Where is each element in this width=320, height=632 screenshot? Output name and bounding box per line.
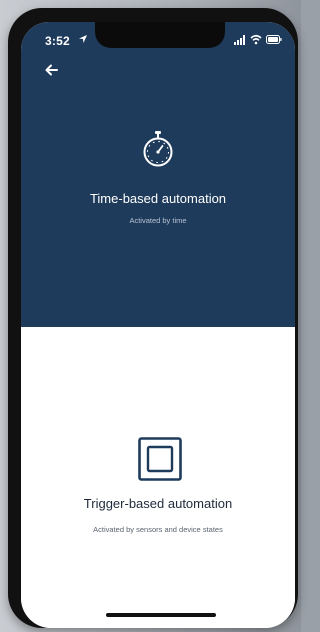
trigger-based-subtitle: Activated by sensors and device states: [93, 525, 223, 534]
stopwatch-icon: [143, 131, 173, 167]
trigger-based-title: Trigger-based automation: [83, 496, 233, 511]
home-indicator[interactable]: [106, 613, 216, 617]
phone-frame: 3:52 Time-based automation Activated by …: [8, 8, 298, 628]
time-based-title: Time-based automation: [89, 191, 227, 206]
trigger-based-automation-option[interactable]: Trigger-based automation Activated by se…: [21, 327, 295, 628]
square-icon: [138, 437, 182, 481]
time-based-automation-option[interactable]: Time-based automation Activated by time: [21, 22, 295, 327]
time-based-subtitle: Activated by time: [129, 216, 187, 225]
app-screen: 3:52 Time-based automation Activated by …: [21, 22, 295, 628]
